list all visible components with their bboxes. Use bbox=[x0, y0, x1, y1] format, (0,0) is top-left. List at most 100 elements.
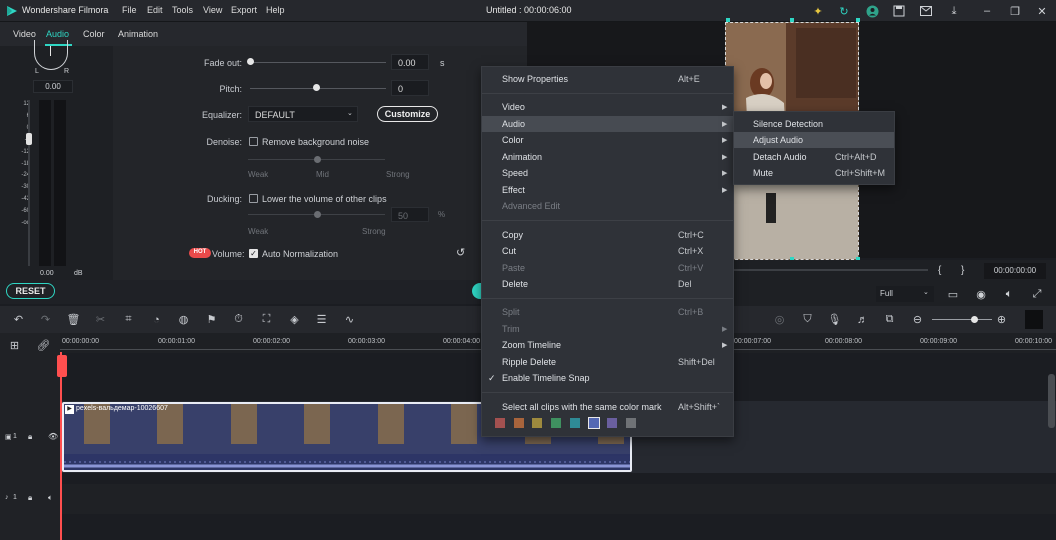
audio-wave-icon[interactable]: ∿ bbox=[343, 313, 356, 326]
menu-view[interactable]: View bbox=[203, 5, 222, 15]
menu-file[interactable]: File bbox=[122, 5, 137, 15]
menu-tools[interactable]: Tools bbox=[172, 5, 193, 15]
download-icon[interactable]: ⤓ bbox=[947, 4, 961, 18]
account-icon[interactable] bbox=[865, 4, 879, 18]
panel-toggle[interactable] bbox=[1025, 310, 1043, 329]
pitch-field[interactable]: 0 bbox=[391, 80, 429, 96]
menu-item-copy[interactable]: Copy Ctrl+C bbox=[482, 227, 733, 243]
mark-in-button[interactable]: { bbox=[938, 265, 941, 276]
save-icon[interactable] bbox=[892, 4, 906, 18]
eye-icon[interactable]: 👁︎ bbox=[48, 432, 58, 441]
submenu-item-silence-detection[interactable]: Silence Detection bbox=[734, 116, 894, 132]
reset-volume-icon[interactable]: ↺ bbox=[456, 246, 465, 259]
menu-item-cut[interactable]: Cut Ctrl+X bbox=[482, 243, 733, 259]
tab-video[interactable]: Video bbox=[13, 29, 36, 39]
menu-item-delete[interactable]: Delete Del bbox=[482, 276, 733, 292]
color-swatch[interactable] bbox=[625, 418, 636, 428]
submenu-item-adjust-audio[interactable]: Adjust Audio bbox=[734, 132, 894, 148]
auto-normalization-checkbox[interactable]: ✓ bbox=[249, 249, 258, 258]
equalizer-select[interactable]: DEFAULT bbox=[248, 106, 358, 122]
menu-help[interactable]: Help bbox=[266, 5, 285, 15]
frame-handle[interactable] bbox=[790, 18, 794, 22]
speed-icon[interactable]: ◔ bbox=[150, 313, 163, 326]
frame-handle[interactable] bbox=[856, 18, 860, 22]
microphone-icon[interactable]: 🎙︎ bbox=[828, 313, 842, 326]
menu-item-show-properties[interactable]: Show Properties Alt+E bbox=[482, 71, 733, 87]
fullscreen-icon[interactable]: ⤢ bbox=[1030, 287, 1044, 301]
fade-out-slider[interactable] bbox=[250, 62, 386, 63]
menu-item-select-same-color[interactable]: Select all clips with the same color mar… bbox=[482, 399, 733, 415]
menu-export[interactable]: Export bbox=[231, 5, 257, 15]
shield-icon[interactable]: ⛉ bbox=[801, 313, 814, 326]
crop-icon[interactable]: ⌗ bbox=[122, 313, 135, 326]
color-icon[interactable]: ◍ bbox=[177, 313, 190, 326]
submenu-item-detach-audio[interactable]: Detach Audio Ctrl+Alt+D bbox=[734, 149, 894, 165]
playhead-line[interactable] bbox=[60, 352, 62, 540]
zoom-slider-knob[interactable] bbox=[971, 316, 978, 323]
duration-icon[interactable]: ⏱︎ bbox=[232, 313, 245, 326]
voiceover-icon[interactable]: ♬ bbox=[856, 313, 869, 326]
bulb-icon[interactable]: ✦ bbox=[811, 4, 825, 18]
reset-button[interactable]: RESET bbox=[6, 283, 55, 299]
color-swatch[interactable] bbox=[513, 418, 524, 428]
customize-button[interactable]: Customize bbox=[377, 106, 438, 122]
color-swatch[interactable] bbox=[551, 418, 562, 428]
snapshot-icon[interactable]: ◉ bbox=[974, 287, 988, 301]
menu-item-color[interactable]: Color ▶ bbox=[482, 132, 733, 148]
pip-icon[interactable]: ⧉ bbox=[883, 313, 896, 326]
menu-item-ripple-delete[interactable]: Ripple Delete Shift+Del bbox=[482, 354, 733, 370]
color-swatch[interactable] bbox=[532, 418, 543, 428]
menu-edit[interactable]: Edit bbox=[147, 5, 163, 15]
restore-icon[interactable]: ❐ bbox=[1008, 4, 1022, 18]
render-icon[interactable]: ◎ bbox=[773, 313, 786, 326]
lock-icon[interactable]: 🔒︎ bbox=[28, 493, 32, 503]
frame-handle[interactable] bbox=[726, 18, 730, 22]
green-screen-icon[interactable]: ⚑ bbox=[205, 313, 218, 326]
playhead-handle[interactable] bbox=[57, 355, 67, 377]
sync-icon[interactable]: ↻ bbox=[837, 4, 851, 18]
mark-out-button[interactable]: } bbox=[961, 265, 964, 276]
keyframe-icon[interactable]: ◈ bbox=[288, 313, 301, 326]
menu-item-video[interactable]: Video ▶ bbox=[482, 99, 733, 115]
menu-item-audio[interactable]: Audio ▶ bbox=[482, 116, 733, 132]
tab-color[interactable]: Color bbox=[83, 29, 105, 39]
fade-out-knob[interactable] bbox=[247, 58, 254, 65]
menu-item-enable-timeline-snap[interactable]: ✓ Enable Timeline Snap bbox=[482, 370, 733, 386]
color-swatch[interactable] bbox=[587, 417, 600, 429]
menu-item-animation[interactable]: Animation ▶ bbox=[482, 149, 733, 165]
zoom-in-icon[interactable]: ⊕ bbox=[995, 313, 1008, 326]
delete-icon[interactable]: 🗑︎ bbox=[67, 313, 81, 326]
lock-icon[interactable]: 🔒︎ bbox=[28, 432, 32, 442]
denoise-checkbox[interactable] bbox=[249, 137, 258, 146]
mail-icon[interactable] bbox=[919, 4, 933, 18]
undo-icon[interactable]: ↶ bbox=[12, 313, 25, 326]
speaker-icon[interactable]: 🔈︎ bbox=[48, 493, 53, 503]
timeline-scrollbar[interactable] bbox=[1048, 374, 1055, 428]
auto-reframe-icon[interactable]: ⛶ bbox=[260, 313, 273, 326]
pitch-knob[interactable] bbox=[313, 84, 320, 91]
pan-value[interactable]: 0.00 bbox=[33, 80, 73, 93]
zoom-out-icon[interactable]: ⊖ bbox=[911, 313, 924, 326]
menu-item-effect[interactable]: Effect ▶ bbox=[482, 182, 733, 198]
preview-progress-bar[interactable] bbox=[734, 269, 928, 271]
ducking-checkbox[interactable] bbox=[249, 194, 258, 203]
volume-fader-handle[interactable] bbox=[26, 133, 32, 145]
add-track-icon[interactable]: ⊞ bbox=[8, 339, 21, 352]
tab-audio[interactable]: Audio bbox=[46, 29, 69, 39]
redo-icon[interactable]: ↷ bbox=[39, 313, 52, 326]
scissors-icon[interactable]: ✂ bbox=[94, 313, 107, 326]
menu-item-zoom-timeline[interactable]: Zoom Timeline ▶ bbox=[482, 337, 733, 353]
menu-item-speed[interactable]: Speed ▶ bbox=[482, 165, 733, 181]
fade-out-field[interactable]: 0.00 bbox=[391, 54, 429, 70]
display-icon[interactable]: ▭ bbox=[946, 287, 960, 301]
adjust-icon[interactable]: ☰ bbox=[315, 313, 328, 326]
tab-animation[interactable]: Animation bbox=[118, 29, 158, 39]
color-swatch[interactable] bbox=[607, 418, 618, 428]
speaker-icon[interactable]: 🔈︎ bbox=[1002, 287, 1016, 301]
submenu-item-mute[interactable]: Mute Ctrl+Shift+M bbox=[734, 165, 894, 181]
zoom-slider[interactable] bbox=[932, 319, 992, 320]
color-swatch[interactable] bbox=[495, 418, 505, 428]
link-icon[interactable]: 🔗︎ bbox=[37, 339, 51, 352]
close-icon[interactable]: ✕ bbox=[1035, 4, 1049, 18]
minimize-icon[interactable]: – bbox=[980, 4, 994, 18]
